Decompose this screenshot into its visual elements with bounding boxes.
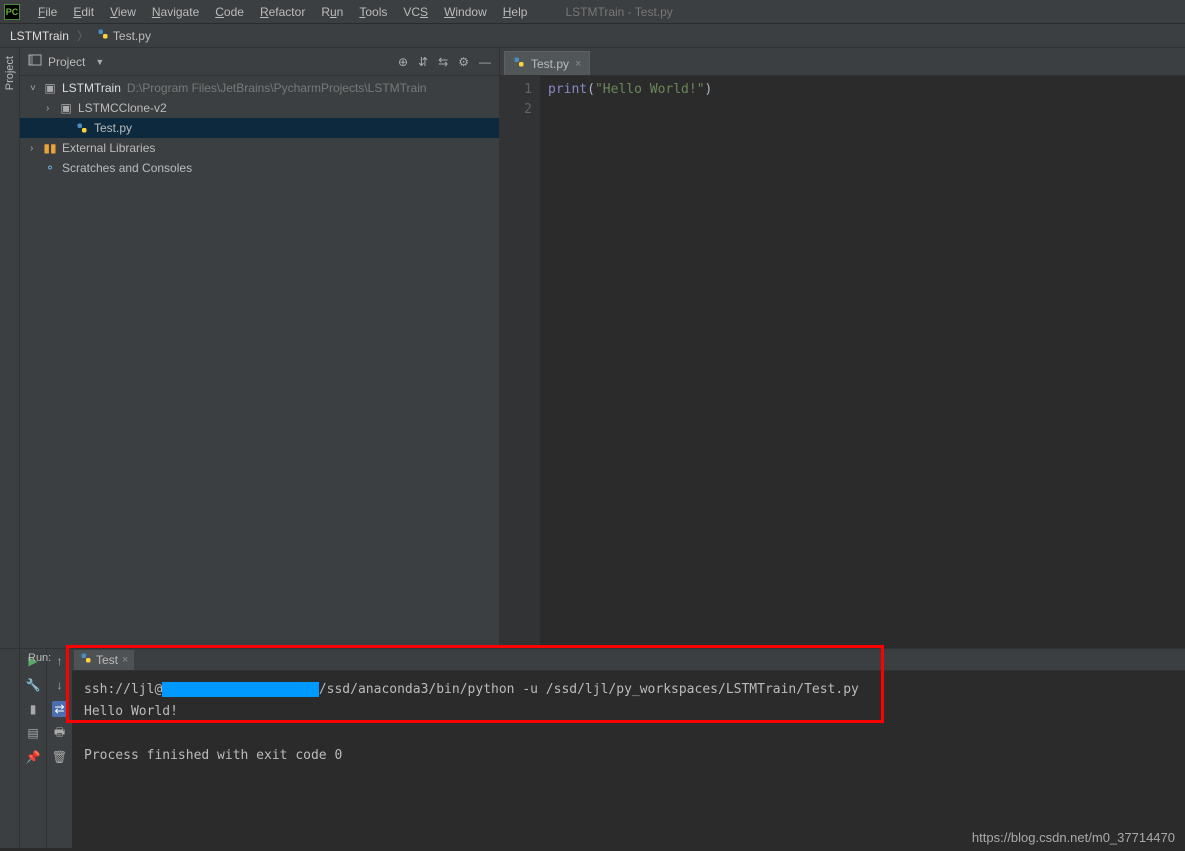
pin-icon[interactable]: 📌 <box>25 749 41 765</box>
breadcrumb-file-label: Test.py <box>113 29 151 43</box>
menu-refactor[interactable]: Refactor <box>252 5 313 19</box>
close-icon[interactable]: × <box>575 58 581 70</box>
console-line: Process finished with exit code 0 <box>84 745 1173 767</box>
menu-vcs[interactable]: VCS <box>395 5 436 19</box>
console-line: ssh://ljl@xxxxxxxxxxxxxxxxxxxx/ssd/anaco… <box>84 679 1173 701</box>
close-icon[interactable]: × <box>122 654 128 666</box>
run-toolbar: ▶ 🔧 ▮ ▤ 📌 <box>20 649 46 848</box>
editor-tab[interactable]: Test.py × <box>504 51 590 75</box>
project-tree: ˅ ▣ LSTMTrain D:\Program Files\JetBrains… <box>20 76 499 648</box>
gear-icon[interactable]: ⚙ <box>458 55 469 69</box>
print-icon[interactable]: 🖶 <box>52 725 68 741</box>
project-panel: Project ▼ ⊕ ⇵ ⇆ ⚙ — ˅ ▣ LSTMTrain D:\Pro… <box>20 48 500 648</box>
tree-file-selected[interactable]: Test.py <box>20 118 499 138</box>
code-token-fn: print <box>548 82 587 97</box>
line-gutter: 1 2 <box>500 76 540 648</box>
project-panel-header: Project ▼ ⊕ ⇵ ⇆ ⚙ — <box>20 48 499 76</box>
project-view-icon <box>28 53 42 70</box>
console-output[interactable]: ssh://ljl@xxxxxxxxxxxxxxxxxxxx/ssd/anaco… <box>72 671 1185 848</box>
watermark: https://blog.csdn.net/m0_37714470 <box>972 830 1175 845</box>
hide-icon[interactable]: — <box>479 55 491 69</box>
tree-root[interactable]: ˅ ▣ LSTMTrain D:\Program Files\JetBrains… <box>20 78 499 98</box>
run-tabs: Test × <box>72 649 1185 671</box>
app-icon: PC <box>4 4 20 20</box>
menu-bar: PC File Edit View Navigate Code Refactor… <box>0 0 1185 24</box>
expand-icon[interactable]: ⇆ <box>438 55 448 69</box>
project-panel-title-text: Project <box>48 55 85 69</box>
breadcrumb: LSTMTrain 〉 Test.py <box>0 24 1185 48</box>
scratches-icon: ⚬ <box>42 161 58 175</box>
tree-file-label: Test.py <box>94 121 132 135</box>
code-token-string: "Hello World!" <box>595 82 705 97</box>
tree-folder-label: LSTMCClone-v2 <box>78 101 167 115</box>
run-left-strip <box>0 649 20 848</box>
stop-icon[interactable]: ▮ <box>25 701 41 717</box>
line-number: 2 <box>500 100 532 120</box>
run-content: Run: Test × ssh://ljl@xxxxxxxxxxxxxxxxxx… <box>72 649 1185 848</box>
chevron-down-icon: ▼ <box>95 57 104 67</box>
collapse-all-icon[interactable]: ⇵ <box>418 55 428 69</box>
console-redacted: xxxxxxxxxxxxxxxxxxxx <box>162 682 319 697</box>
python-icon <box>74 122 90 134</box>
menu-run[interactable]: Run <box>313 5 351 19</box>
breadcrumb-separator: 〉 <box>77 27 89 44</box>
menu-help[interactable]: Help <box>495 5 536 19</box>
chevron-right-icon: › <box>30 143 42 154</box>
soft-wrap-icon[interactable]: ⇄ <box>52 701 68 717</box>
code-token-paren: ) <box>705 82 713 97</box>
menu-tools[interactable]: Tools <box>351 5 395 19</box>
python-icon <box>97 28 109 43</box>
console-text: ssh://ljl@ <box>84 682 162 697</box>
run-panel: ▶ 🔧 ▮ ▤ 📌 ↑ ↓ ⇄ 🖶 🗑 Run: Test × ssh://lj… <box>0 648 1185 848</box>
down-arrow-icon[interactable]: ↓ <box>52 677 68 693</box>
folder-icon: ▣ <box>42 81 58 95</box>
code-content[interactable]: print("Hello World!") <box>540 76 1185 648</box>
run-panel-label: Run: <box>20 652 59 664</box>
layout-icon[interactable]: ▤ <box>25 725 41 741</box>
line-number: 1 <box>500 80 532 100</box>
project-panel-title[interactable]: Project ▼ <box>28 53 398 70</box>
console-line: Hello World! <box>84 701 1173 723</box>
project-panel-tools: ⊕ ⇵ ⇆ ⚙ — <box>398 55 491 69</box>
editor-body[interactable]: 1 2 print("Hello World!") <box>500 76 1185 648</box>
menu-window[interactable]: Window <box>436 5 495 19</box>
run-tab-label: Test <box>96 653 118 667</box>
run-toolbar-2: ↑ ↓ ⇄ 🖶 🗑 <box>46 649 72 848</box>
menu-code[interactable]: Code <box>207 5 252 19</box>
tree-root-path: D:\Program Files\JetBrains\PycharmProjec… <box>127 81 427 95</box>
python-icon <box>513 56 525 71</box>
run-tab[interactable]: Test × <box>74 650 134 670</box>
breadcrumb-file[interactable]: Test.py <box>97 28 151 43</box>
menu-file[interactable]: File <box>30 5 65 19</box>
sidebar-project-label[interactable]: Project <box>2 48 18 98</box>
console-text: /ssd/anaconda3/bin/python -u /ssd/ljl/py… <box>319 682 859 697</box>
console-line <box>84 723 1173 745</box>
menu-edit[interactable]: Edit <box>65 5 102 19</box>
library-icon: ▮▮ <box>42 141 58 155</box>
folder-icon: ▣ <box>58 101 74 115</box>
editor-tabs: Test.py × <box>500 48 1185 76</box>
left-tool-strip: Project <box>0 48 20 648</box>
breadcrumb-root[interactable]: LSTMTrain <box>10 29 69 43</box>
python-icon <box>80 652 92 667</box>
tree-root-label: LSTMTrain <box>62 81 121 95</box>
tree-folder[interactable]: › ▣ LSTMCClone-v2 <box>20 98 499 118</box>
tree-external-libs[interactable]: › ▮▮ External Libraries <box>20 138 499 158</box>
chevron-down-icon: ˅ <box>30 83 42 94</box>
wrench-icon[interactable]: 🔧 <box>25 677 41 693</box>
tree-scratches-label: Scratches and Consoles <box>62 161 192 175</box>
window-title: LSTMTrain - Test.py <box>565 5 672 19</box>
editor-tab-label: Test.py <box>531 57 569 71</box>
breadcrumb-root-label: LSTMTrain <box>10 29 69 43</box>
chevron-right-icon: › <box>46 103 58 114</box>
tree-scratches[interactable]: ⚬ Scratches and Consoles <box>20 158 499 178</box>
menu-view[interactable]: View <box>102 5 144 19</box>
locate-icon[interactable]: ⊕ <box>398 55 408 69</box>
code-token-paren: ( <box>587 82 595 97</box>
menu-navigate[interactable]: Navigate <box>144 5 207 19</box>
editor-area: Test.py × 1 2 print("Hello World!") <box>500 48 1185 648</box>
main-area: Project Project ▼ ⊕ ⇵ ⇆ ⚙ — ˅ ▣ LS <box>0 48 1185 648</box>
tree-extlib-label: External Libraries <box>62 141 155 155</box>
trash-icon[interactable]: 🗑 <box>52 749 68 765</box>
